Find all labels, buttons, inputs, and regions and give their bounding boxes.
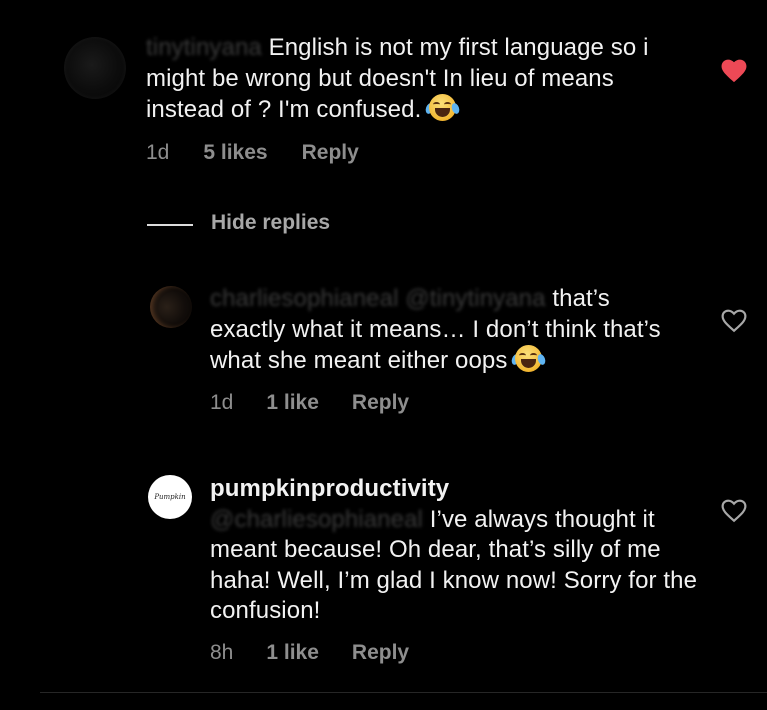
comment-username[interactable]: tinytinyana	[146, 34, 262, 61]
comment-body: tinytinyana English is not my first lang…	[146, 33, 686, 126]
hide-replies-line	[147, 224, 193, 226]
reply-meta: 1d 1 like Reply	[210, 391, 409, 415]
heart-outline-icon[interactable]	[721, 309, 747, 333]
hide-replies-button[interactable]: Hide replies	[211, 211, 330, 235]
reply-mention[interactable]: @charliesophianeal	[210, 506, 423, 533]
reply-avatar[interactable]	[150, 286, 192, 328]
reply-likes[interactable]: 1 like	[266, 391, 319, 415]
comment-time: 1d	[146, 141, 170, 164]
comment-avatar[interactable]	[64, 37, 126, 99]
reply-avatar-logo: Pumpkin	[154, 493, 186, 501]
reply-meta: 8h 1 like Reply	[210, 641, 409, 665]
reply-reply-button[interactable]: Reply	[352, 641, 409, 665]
heart-outline-icon[interactable]	[721, 499, 747, 523]
comment-reply-button[interactable]: Reply	[302, 141, 359, 165]
face-with-tears-of-joy-icon	[424, 94, 461, 121]
reply-username[interactable]: charliesophianeal	[210, 285, 399, 312]
face-with-tears-of-joy-icon	[510, 345, 547, 372]
reply-time: 8h	[210, 641, 234, 664]
reply-avatar[interactable]: Pumpkin	[148, 475, 192, 519]
comment-meta: 1d 5 likes Reply	[146, 141, 359, 165]
reply-body: charliesophianeal @tinytinyana that’s ex…	[210, 284, 690, 377]
reply-reply-button[interactable]: Reply	[352, 391, 409, 415]
comment-likes[interactable]: 5 likes	[203, 141, 267, 165]
reply-time: 1d	[210, 391, 234, 414]
heart-filled-icon[interactable]	[721, 59, 747, 83]
reply-mention[interactable]: @tinytinyana	[405, 285, 545, 312]
reply-likes[interactable]: 1 like	[266, 641, 319, 665]
reply-body: pumpkinproductivity @charliesophianeal I…	[210, 474, 700, 627]
reply-username[interactable]: pumpkinproductivity	[210, 474, 700, 505]
bottom-divider	[40, 692, 767, 693]
